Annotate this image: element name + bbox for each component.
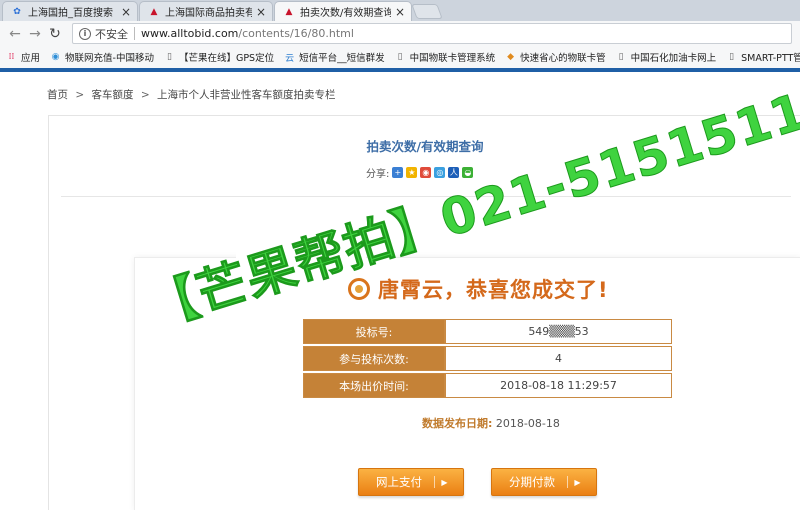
bookmarks-bar: ⁞⁞ 应用 ◉ 物联网充值-中国移动 ▯ 【芒果在线】GPS定位 云短信平台__短信群… [0,46,800,68]
table-row: 本场出价时间: 2018-08-18 11:29:57 [303,373,672,398]
tab-auction-company[interactable]: ▲ 上海国际商品拍卖有限公 × [139,1,273,21]
table-row: 投标号: 549▒▒▒53 [303,319,672,344]
url-host: www.alltobid.com [141,27,239,40]
bookmark-item[interactable]: ▯ 【芒果在线】GPS定位 [164,50,274,64]
paw-icon: ✿ [13,6,21,17]
triangle-logo-icon: ▲ [285,6,293,17]
back-arrow-icon[interactable]: ← [6,25,24,43]
security-label: 不安全 [95,27,128,41]
bookmark-item[interactable]: ▯ 中国石化加油卡网上 [616,50,717,64]
bookmark-item[interactable]: ◆ 快速省心的物联卡管 [505,50,606,64]
bid-time-label: 本场出价时间: [303,373,445,398]
page-icon: ▯ [166,52,172,62]
browser-toolbar: ← → ↻ i 不安全 www.alltobid.com/contents/16… [0,21,800,46]
page-icon: ▯ [618,52,624,62]
publish-date-value: 2018-08-18 [495,417,560,430]
weibo-share-icon[interactable]: ◉ [420,167,432,178]
publish-date-label: 数据发布日期: [422,417,493,430]
page-icon: ▯ [729,52,735,62]
bookmark-label: 中国物联卡管理系统 [409,53,496,64]
plus-share-icon[interactable]: + [392,167,404,178]
bid-time-value: 2018-08-18 11:29:57 [445,373,672,398]
qzone-share-icon[interactable]: ★ [406,167,418,178]
apps-grid-icon: ⁞⁞ [8,52,15,62]
close-icon[interactable]: × [256,6,266,18]
iot-card-icon: ◆ [507,52,515,62]
breadcrumb-car-quota[interactable]: 客车额度 [92,89,134,101]
tab-auction-query[interactable]: ▲ 拍卖次数/有效期查询-上 × [274,1,412,21]
installment-label: 分期付款 [509,475,555,489]
browser-tab-strip: ✿ 上海国拍_百度搜索 × ▲ 上海国际商品拍卖有限公 × ▲ 拍卖次数/有效期… [0,0,800,21]
new-tab-button[interactable] [411,4,443,19]
info-icon[interactable]: i [79,27,91,40]
close-icon[interactable]: × [121,6,131,18]
breadcrumb: 首页 > 客车额度 > 上海市个人非营业性客车额度拍卖专栏 [47,87,336,102]
installment-button[interactable]: 分期付款 ▶ [491,468,597,496]
bookmark-item[interactable]: ◉ 物联网充值-中国移动 [50,50,154,64]
bookmark-item[interactable]: ▯ SMART-PTT管理平台 [726,50,800,64]
sms-platform-icon: 云 [285,53,295,64]
bid-count-value: 4 [445,346,672,371]
tab-title: 上海国拍_百度搜索 [28,8,113,19]
bid-number-label: 投标号: [303,319,445,344]
breadcrumb-separator: > [75,89,85,101]
bookmark-label: 短信平台__短信群发 [299,53,385,64]
address-bar[interactable]: i 不安全 www.alltobid.com/contents/16/80.ht… [72,23,792,44]
play-arrow-icon: ▶ [434,476,448,488]
china-mobile-icon: ◉ [51,52,60,62]
bookmark-label: 物联网充值-中国移动 [65,53,154,64]
bookmark-label: SMART-PTT管理平台 [741,53,800,64]
breadcrumb-current[interactable]: 上海市个人非营业性客车额度拍卖专栏 [157,89,336,101]
address-separator [134,27,135,40]
url-path: /contents/16/80.html [238,27,354,40]
bookmark-label: 快速省心的物联卡管 [520,53,606,64]
site-header-bar [0,68,800,72]
breadcrumb-home[interactable]: 首页 [47,89,68,101]
close-icon[interactable]: × [395,6,405,18]
bid-count-label: 参与投标次数: [303,346,445,371]
bookmark-item[interactable]: ▯ 中国物联卡管理系统 [395,50,496,64]
bid-number-value: 549▒▒▒53 [445,319,672,344]
congrats-header: 唐霄云，恭喜您成交了! [348,274,609,304]
triangle-logo-icon: ▲ [150,6,158,17]
share-label: 分享: [366,169,390,180]
tab-title: 上海国际商品拍卖有限公 [165,8,252,19]
online-pay-button[interactable]: 网上支付 ▶ [358,468,464,496]
page-icon: ▯ [397,52,403,62]
bookmark-label: 中国石化加油卡网上 [630,53,717,64]
bookmark-apps[interactable]: ⁞⁞ 应用 [6,50,40,64]
table-row: 参与投标次数: 4 [303,346,672,371]
congrats-message: 唐霄云，恭喜您成交了! [378,278,609,302]
bookmark-label: 【芒果在线】GPS定位 [178,53,275,64]
tencent-weibo-share-icon[interactable]: ◎ [434,167,446,178]
forward-arrow-icon[interactable]: → [26,25,44,43]
breadcrumb-separator: > [140,89,150,101]
tab-baidu-search[interactable]: ✿ 上海国拍_百度搜索 × [2,1,138,21]
play-arrow-icon: ▶ [567,476,581,488]
bookmark-label: 应用 [21,53,41,64]
result-table: 投标号: 549▒▒▒53 参与投标次数: 4 本场出价时间: 2018-08-… [303,317,672,400]
bookmark-item[interactable]: 云短信平台__短信群发 [284,50,385,64]
reload-icon[interactable]: ↻ [46,25,64,43]
online-pay-label: 网上支付 [376,475,422,489]
publish-date: 数据发布日期: 2018-08-18 [422,415,560,431]
tab-title: 拍卖次数/有效期查询-上 [300,8,391,19]
